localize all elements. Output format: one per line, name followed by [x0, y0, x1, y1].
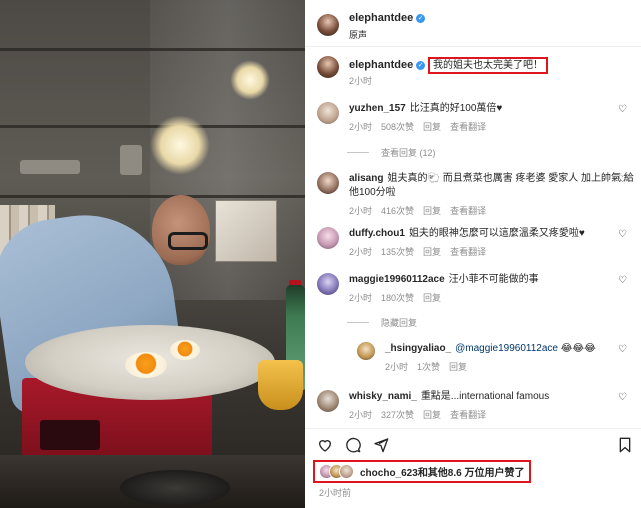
- liker-username[interactable]: chocho_623: [360, 468, 418, 479]
- comment: duffy.chou1 姐夫的眼神怎麼可以這麼溫柔又疼愛啦♥ 2小时 135次赞 回复…: [317, 227, 635, 259]
- heart-icon[interactable]: ♡: [618, 229, 627, 240]
- heart-icon[interactable]: [317, 437, 333, 453]
- reply-likes[interactable]: 1次赞: [417, 362, 440, 372]
- comments-panel: elephantdee ✓ 原声 elephantdee ✓ 我的姐夫也太完美了吧！…: [305, 0, 641, 508]
- comment: yuzhen_157 比汪真的好100萬倍♥ 2小时 508次赞 回复 查看翻译 ♡: [317, 102, 635, 134]
- audio-label[interactable]: 原声: [349, 28, 425, 41]
- reply-username[interactable]: _hsingyaliao_: [385, 343, 451, 354]
- comment-text: 姐夫真的🐑 而且煮菜也厲害 疼老婆 愛家人 加上帥氣 給他100分啦: [349, 173, 634, 198]
- avatar[interactable]: [317, 56, 339, 78]
- view-replies-button[interactable]: 查看回复 (12): [347, 146, 436, 159]
- light: [150, 115, 210, 175]
- shelf: [0, 48, 305, 51]
- comment-username[interactable]: yuzhen_157: [349, 103, 406, 114]
- liker-avatars: [319, 464, 354, 479]
- egg: [125, 352, 167, 378]
- avatar[interactable]: [317, 172, 339, 194]
- comment-time: 2小时: [349, 247, 373, 257]
- avatar: [339, 464, 354, 479]
- comment-likes[interactable]: 135次赞: [381, 247, 414, 257]
- comment-username[interactable]: whisky_nami_: [349, 391, 417, 402]
- translate-button[interactable]: 查看翻译: [450, 410, 486, 420]
- avatar[interactable]: [317, 273, 339, 295]
- avatar[interactable]: [357, 342, 375, 360]
- comment-username[interactable]: maggie19960112ace: [349, 274, 445, 285]
- light: [230, 60, 270, 100]
- reply-button[interactable]: 回复: [423, 206, 441, 216]
- avatar[interactable]: [317, 227, 339, 249]
- hide-replies-button[interactable]: 隐藏回复: [347, 316, 417, 329]
- post-time: 2小时前: [319, 488, 352, 498]
- heart-icon[interactable]: ♡: [618, 174, 627, 185]
- comment: maggie19960112ace 汪小菲不可能做的事 2小时 180次赞 回复 ♡: [317, 273, 635, 305]
- heart-icon[interactable]: ♡: [618, 392, 627, 403]
- caption-username[interactable]: elephantdee: [349, 59, 413, 71]
- reply-button[interactable]: 回复: [423, 410, 441, 420]
- reply-button[interactable]: 回复: [449, 362, 467, 372]
- comment-time: 2小时: [349, 293, 373, 303]
- avatar[interactable]: [317, 13, 339, 36]
- caption-text: 我的姐夫也太完美了吧！: [427, 57, 548, 74]
- reply-comment: _hsingyaliao_ @maggie19960112ace 😂😂😂 2小时 1…: [357, 342, 635, 374]
- reply-mention[interactable]: @maggie19960112ace: [455, 343, 558, 354]
- heart-icon[interactable]: ♡: [618, 344, 627, 355]
- comment-likes[interactable]: 327次赞: [381, 410, 414, 420]
- action-bar: [317, 437, 633, 453]
- heart-icon[interactable]: ♡: [618, 275, 627, 286]
- bookmark-icon[interactable]: [617, 437, 633, 453]
- caption: elephantdee ✓ 我的姐夫也太完美了吧！ 2小时: [317, 56, 548, 87]
- shelf: [0, 125, 305, 128]
- comment-username[interactable]: duffy.chou1: [349, 228, 405, 239]
- comment-text: 比汪真的好100萬倍♥: [409, 103, 503, 114]
- shelf: [0, 195, 305, 198]
- egg: [170, 340, 200, 360]
- post-header: elephantdee ✓ 原声: [317, 8, 426, 41]
- comment-time: 2小时: [349, 206, 373, 216]
- comment: alisang 姐夫真的🐑 而且煮菜也厲害 疼老婆 愛家人 加上帥氣 給他100分…: [317, 172, 635, 218]
- share-icon[interactable]: [373, 437, 389, 453]
- magazine: [215, 200, 277, 262]
- comment-time: 2小时: [349, 410, 373, 420]
- comment-time: 2小时: [349, 122, 373, 132]
- reply-text: 😂😂😂: [560, 343, 596, 354]
- comment-text: 重點是...international famous: [420, 391, 550, 402]
- verified-icon: ✓: [416, 61, 426, 70]
- translate-button[interactable]: 查看翻译: [450, 247, 486, 257]
- reply-time: 2小时: [385, 362, 409, 372]
- verified-icon: ✓: [416, 14, 426, 23]
- glasses: [168, 232, 208, 250]
- decor-object: [20, 160, 80, 174]
- comment-text: 汪小菲不可能做的事: [448, 274, 539, 285]
- stove-panel: [40, 420, 100, 450]
- avatar[interactable]: [317, 102, 339, 124]
- comment-likes[interactable]: 180次赞: [381, 293, 414, 303]
- person-head: [152, 195, 210, 265]
- divider: [305, 46, 641, 47]
- comment: whisky_nami_ 重點是...international famous 2…: [317, 390, 635, 422]
- comment-icon[interactable]: [345, 437, 361, 453]
- bowl: [258, 360, 303, 410]
- post-media[interactable]: [0, 0, 305, 508]
- heart-icon[interactable]: ♡: [618, 104, 627, 115]
- comment-likes[interactable]: 416次赞: [381, 206, 414, 216]
- translate-button[interactable]: 查看翻译: [450, 206, 486, 216]
- translate-button[interactable]: 查看翻译: [450, 122, 486, 132]
- caption-time: 2小时: [349, 76, 373, 86]
- divider: [305, 428, 641, 429]
- reply-button[interactable]: 回复: [423, 293, 441, 303]
- comment-text: 姐夫的眼神怎麼可以這麼溫柔又疼愛啦♥: [408, 228, 585, 239]
- reply-button[interactable]: 回复: [423, 122, 441, 132]
- header-username[interactable]: elephantdee: [349, 12, 413, 24]
- comment-likes[interactable]: 508次赞: [381, 122, 414, 132]
- avatar[interactable]: [317, 390, 339, 412]
- decor-object: [120, 145, 142, 175]
- likes-summary[interactable]: chocho_623和其他8.6 万位用户赞了: [313, 460, 531, 483]
- reply-button[interactable]: 回复: [423, 247, 441, 257]
- likes-text: 和其他8.6 万位用户赞了: [417, 468, 525, 479]
- plate: [120, 470, 230, 506]
- comment-username[interactable]: alisang: [349, 173, 383, 184]
